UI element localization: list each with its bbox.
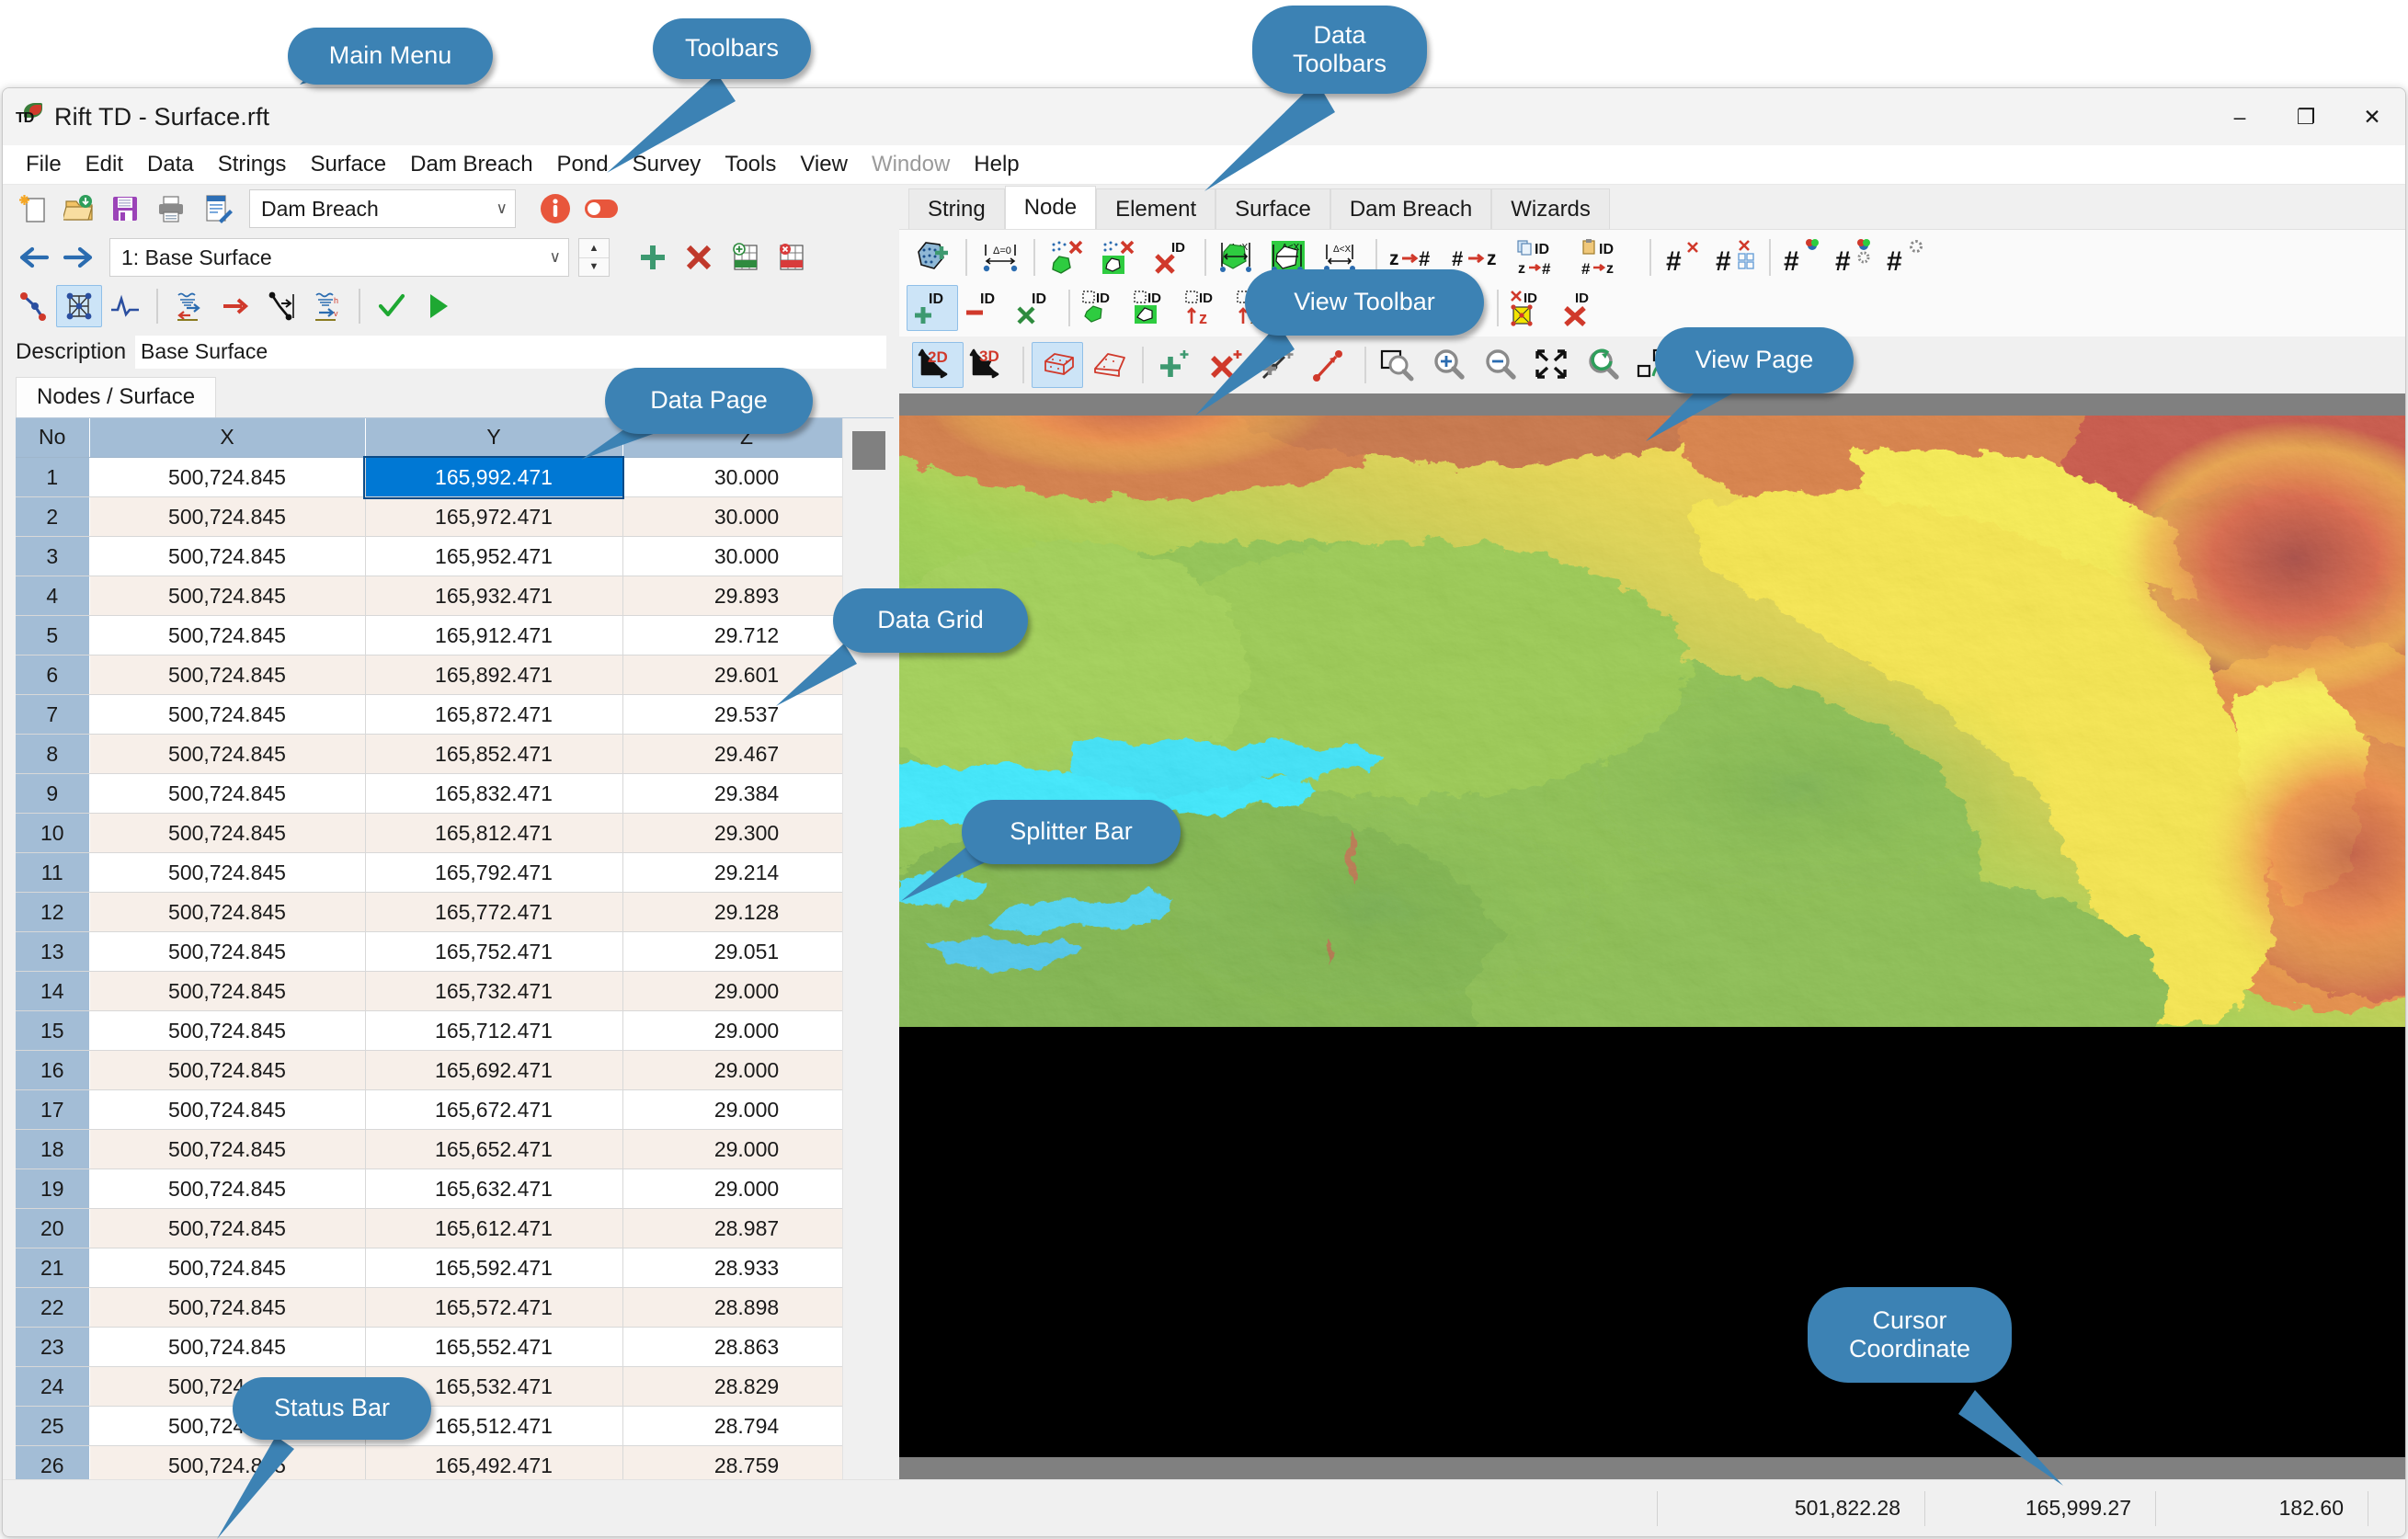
callout-tails — [0, 0, 2408, 1539]
callout-toolbars: Toolbars — [653, 18, 811, 79]
callout-status-bar: Status Bar — [233, 1377, 431, 1440]
callout-data-grid: Data Grid — [833, 588, 1028, 653]
callout-splitter-bar: Splitter Bar — [962, 800, 1181, 864]
callout-cursor-coordinate: Cursor Coordinate — [1808, 1287, 2012, 1383]
callout-main-menu: Main Menu — [288, 28, 493, 85]
callout-data-page: Data Page — [605, 368, 813, 434]
callout-data-toolbars: Data Toolbars — [1252, 6, 1427, 94]
callout-view-toolbar: View Toolbar — [1245, 269, 1484, 336]
callout-view-page: View Page — [1655, 327, 1854, 393]
